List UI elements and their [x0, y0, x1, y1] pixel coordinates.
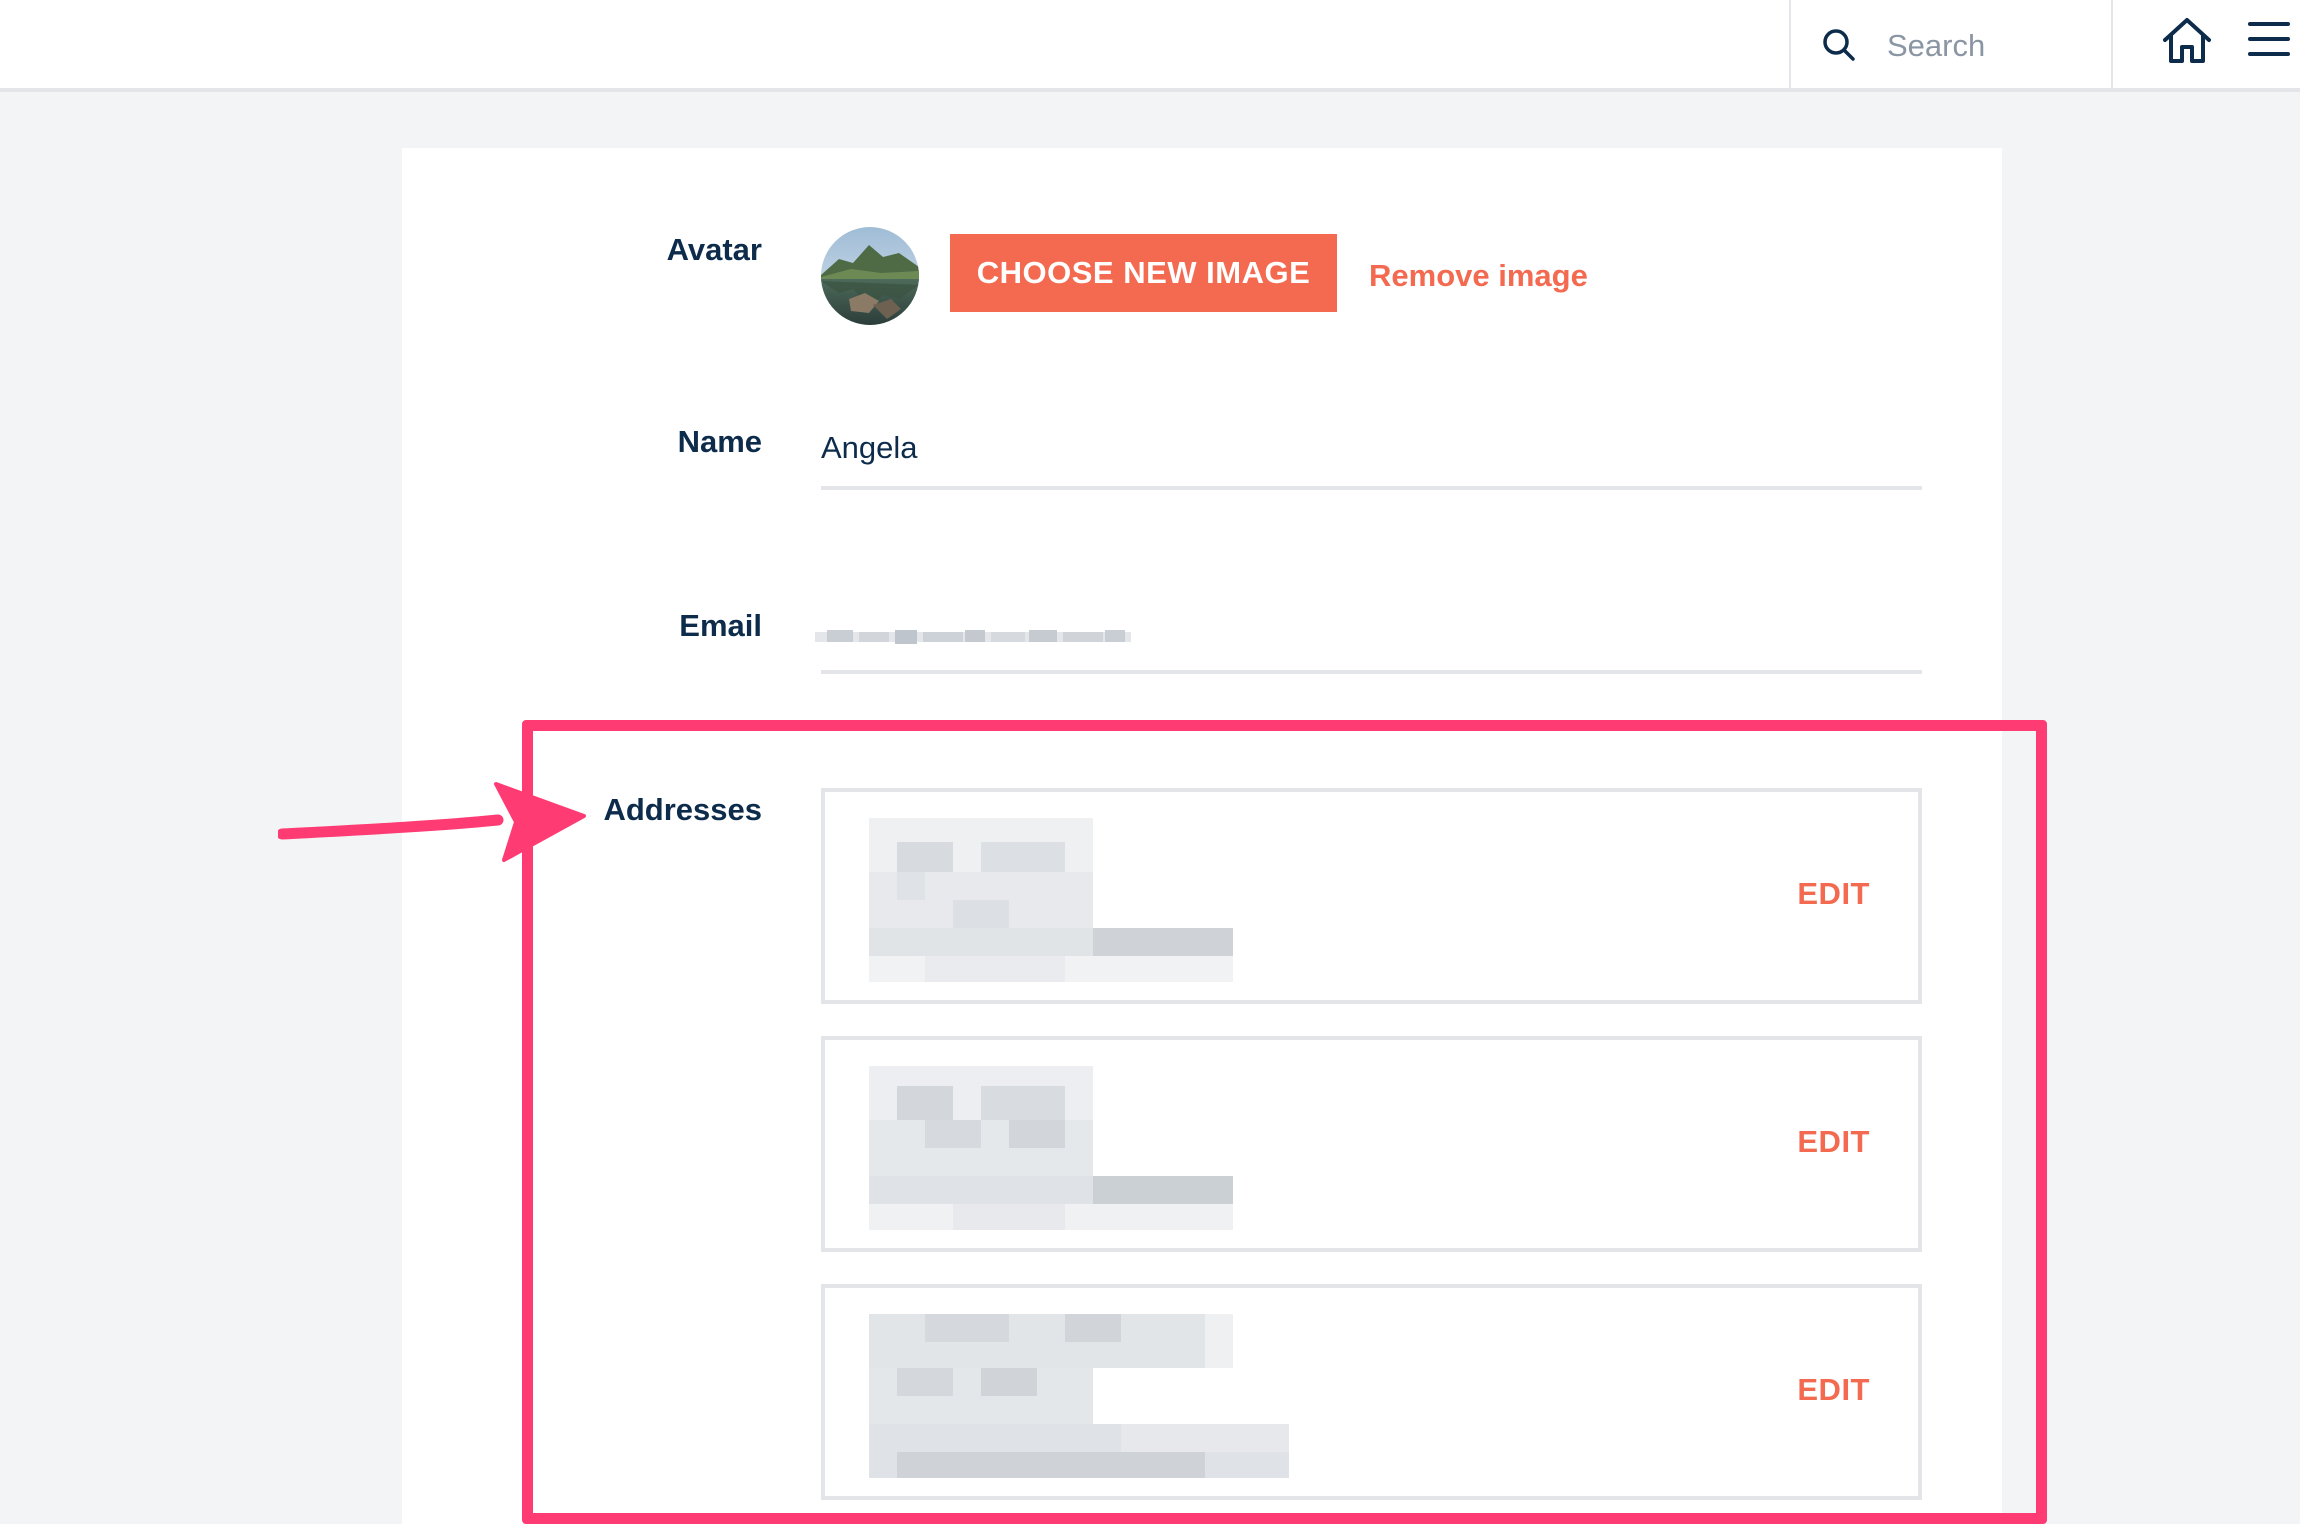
menu-icon[interactable] [2248, 18, 2290, 60]
search-icon [1823, 29, 1855, 61]
address-card: EDIT [821, 1036, 1922, 1252]
name-field[interactable]: Angela [821, 424, 1922, 490]
top-bar [0, 0, 2300, 92]
search-input[interactable] [1887, 22, 2097, 70]
edit-address-button[interactable]: EDIT [1797, 876, 1870, 912]
address-redacted-text [869, 1314, 1289, 1478]
address-redacted-text [869, 818, 1233, 982]
addresses-label: Addresses [603, 792, 762, 827]
name-label: Name [677, 424, 762, 459]
name-value: Angela [821, 430, 918, 465]
profile-card: Avatar CHOOSE NEW IMAGE Remove image Nam… [402, 148, 2002, 1524]
address-redacted-text [869, 1066, 1233, 1230]
avatar-image [821, 227, 919, 325]
remove-image-link[interactable]: Remove image [1369, 258, 1588, 294]
search-box[interactable] [1789, 0, 2113, 92]
email-field[interactable] [815, 608, 1922, 674]
choose-new-image-button[interactable]: CHOOSE NEW IMAGE [950, 234, 1337, 312]
address-card: EDIT [821, 788, 1922, 1004]
home-icon[interactable] [2160, 14, 2214, 68]
edit-address-button[interactable]: EDIT [1797, 1372, 1870, 1408]
address-card: EDIT [821, 1284, 1922, 1500]
email-redacted-value [815, 630, 1131, 644]
avatar-label: Avatar [666, 232, 762, 267]
edit-address-button[interactable]: EDIT [1797, 1124, 1870, 1160]
email-label: Email [679, 608, 762, 643]
avatar [821, 227, 919, 325]
